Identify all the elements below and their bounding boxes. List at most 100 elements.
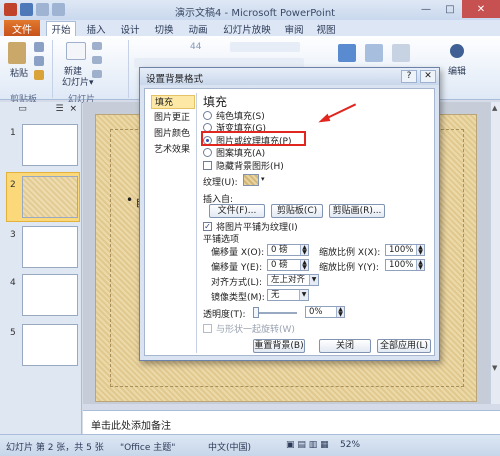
slide-preview: [22, 324, 78, 366]
shapes-icon[interactable]: [338, 44, 356, 62]
spinner-arrows-icon[interactable]: ▲ ▼: [416, 245, 424, 256]
clipart-button[interactable]: 剪贴画(R)...: [329, 204, 385, 218]
spinner-arrows-icon[interactable]: ▲ ▼: [336, 307, 344, 318]
nav-picture-corrections[interactable]: 图片更正: [151, 111, 195, 125]
reset-background-button[interactable]: 重置背景(B): [253, 339, 305, 353]
zoom-level[interactable]: 52%: [340, 440, 360, 450]
offset-x-input[interactable]: 0 磅 ▲ ▼: [267, 244, 309, 256]
transparency-slider-thumb[interactable]: [253, 307, 259, 318]
offset-y-input[interactable]: 0 磅 ▲ ▼: [267, 259, 309, 271]
spinner-arrows-icon[interactable]: ▲ ▼: [416, 260, 424, 271]
file-button[interactable]: 文件(F)...: [209, 204, 265, 218]
tab-transitions[interactable]: 切换: [150, 21, 178, 36]
font-size-box[interactable]: 44: [190, 42, 201, 52]
nav-picture-color[interactable]: 图片颜色: [151, 127, 195, 141]
paste-icon[interactable]: [8, 42, 26, 64]
radio-label: 图案填充(A): [216, 149, 266, 159]
fill-panel: 填充 纯色填充(S) 渐变填充(G) 图片或纹理填充(P) 图案填充(A) 隐藏…: [201, 93, 432, 353]
apply-to-all-button[interactable]: 全部应用(L): [377, 339, 431, 353]
pane-tabs: ▭ ☰: [4, 104, 78, 118]
vertical-scrollbar[interactable]: ▲ ▼: [490, 102, 500, 404]
view-buttons[interactable]: ▣ ▤ ▥ ▦: [286, 440, 329, 450]
help-button[interactable]: ?: [401, 70, 417, 83]
section-icon[interactable]: [92, 70, 102, 78]
offset-x-value: 0 磅: [271, 245, 288, 255]
texture-label: 纹理(U):: [203, 178, 238, 188]
scale-y-value: 100%: [389, 260, 414, 270]
powerpoint-logo-icon[interactable]: [4, 3, 17, 16]
tab-slides[interactable]: ▭: [4, 104, 41, 118]
maximize-button[interactable]: □: [438, 0, 462, 18]
spinner-arrows-icon[interactable]: ▲ ▼: [300, 260, 308, 271]
offset-y-value: 0 磅: [271, 260, 288, 270]
save-icon[interactable]: [20, 3, 33, 16]
bullet-point: •: [126, 193, 134, 207]
scale-y-label: 缩放比例 Y(Y):: [319, 263, 379, 273]
layout-icon[interactable]: [92, 42, 102, 50]
tab-animations[interactable]: 动画: [184, 21, 212, 36]
ribbon-tabs: 文件 开始 插入 设计 切换 动画 幻灯片放映 审阅 视图: [0, 20, 500, 36]
transparency-input[interactable]: 0% ▲ ▼: [305, 306, 345, 318]
tab-home[interactable]: 开始: [46, 21, 76, 36]
dropdown-arrow-icon[interactable]: ▼: [309, 275, 318, 285]
transparency-label: 透明度(T):: [203, 310, 246, 320]
mirror-type-dropdown[interactable]: 无 ▼: [267, 289, 309, 301]
transparency-slider[interactable]: [253, 312, 297, 314]
scroll-down-icon[interactable]: ▼: [492, 364, 497, 372]
tab-design[interactable]: 设计: [116, 21, 144, 36]
scale-x-value: 100%: [389, 245, 414, 255]
theme-status: "Office 主题": [120, 443, 176, 453]
texture-picker[interactable]: [243, 174, 259, 186]
rotate-with-shape-checkbox[interactable]: 与形状一起旋转(W): [203, 322, 295, 335]
reset-icon[interactable]: [92, 56, 102, 64]
radio-icon[interactable]: [203, 148, 212, 157]
offset-y-label: 偏移量 Y(E):: [211, 263, 263, 273]
tab-insert[interactable]: 插入: [82, 21, 110, 36]
alignment-value: 左上对齐: [271, 275, 306, 285]
tab-view[interactable]: 视图: [312, 21, 340, 36]
radio-pattern-fill[interactable]: 图案填充(A): [203, 146, 265, 159]
checkbox-icon[interactable]: ✓: [203, 222, 212, 231]
dialog-close-action-button[interactable]: 关闭: [319, 339, 371, 353]
notes-placeholder: 单击此处添加备注: [91, 421, 171, 432]
cut-icon[interactable]: [34, 42, 44, 52]
scroll-up-icon[interactable]: ▲: [492, 104, 497, 112]
nav-artistic-effects[interactable]: 艺术效果: [151, 143, 195, 157]
slide-number: 1: [10, 128, 16, 138]
texture-dropdown-icon[interactable]: ▾: [261, 175, 265, 183]
close-button[interactable]: ✕: [462, 0, 500, 18]
minimize-button[interactable]: —: [414, 0, 438, 18]
dialog-nav: 填充 图片更正 图片颜色 艺术效果: [149, 93, 197, 353]
window-title: 演示文稿4 - Microsoft PowerPoint: [175, 8, 336, 19]
quick-styles-icon[interactable]: [392, 44, 410, 62]
alignment-dropdown[interactable]: 左上对齐 ▼: [267, 274, 319, 286]
spinner-arrows-icon[interactable]: ▲ ▼: [300, 245, 308, 256]
dialog-close-button[interactable]: ✕: [420, 70, 436, 83]
checkbox-icon[interactable]: [203, 161, 212, 170]
arrange-icon[interactable]: [365, 44, 383, 62]
new-slide-icon[interactable]: [66, 42, 86, 60]
clipboard-button[interactable]: 剪贴板(C): [271, 204, 323, 218]
undo-icon[interactable]: [36, 3, 49, 16]
scale-y-input[interactable]: 100% ▲ ▼: [385, 259, 425, 271]
tab-slideshow[interactable]: 幻灯片放映: [218, 21, 276, 36]
dropdown-arrow-icon[interactable]: ▼: [299, 290, 308, 300]
tab-review[interactable]: 审阅: [280, 21, 308, 36]
hide-background-graphics[interactable]: 隐藏背景图形(H): [203, 159, 284, 172]
format-painter-icon[interactable]: [34, 70, 44, 80]
tab-file[interactable]: 文件: [4, 20, 40, 36]
group-separator: [52, 40, 53, 98]
language-status[interactable]: 中文(中国): [208, 440, 251, 453]
paragraph-icons[interactable]: [230, 42, 300, 52]
checkbox-icon[interactable]: [203, 324, 212, 333]
find-icon[interactable]: [450, 44, 464, 58]
scale-x-input[interactable]: 100% ▲ ▼: [385, 244, 425, 256]
notes-pane[interactable]: 单击此处添加备注: [83, 410, 500, 434]
pane-close-button[interactable]: ×: [69, 104, 77, 114]
slide-count-status: 幻灯片 第 2 张，共 5 张: [6, 443, 104, 453]
redo-icon[interactable]: [52, 3, 65, 16]
copy-icon[interactable]: [34, 56, 44, 66]
nav-fill[interactable]: 填充: [151, 95, 195, 109]
radio-icon[interactable]: [203, 111, 212, 120]
tile-options-label: 平铺选项: [203, 235, 240, 245]
